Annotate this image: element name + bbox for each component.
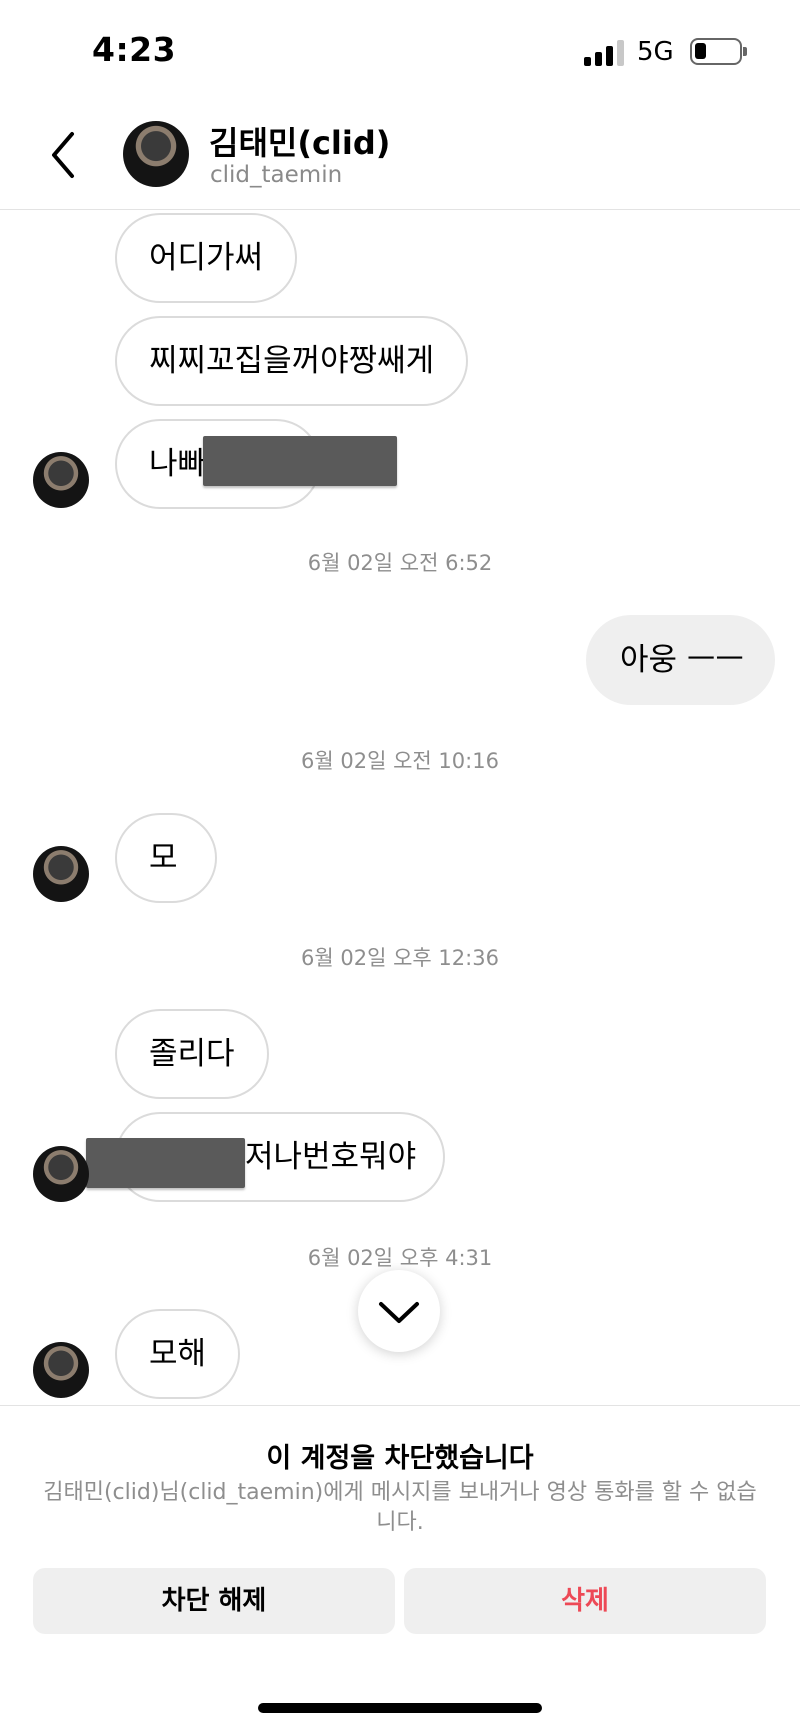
profile-username: clid_taemin xyxy=(210,162,343,188)
message-text: 모 xyxy=(149,840,178,876)
chevron-down-icon xyxy=(379,1302,419,1323)
message-bubble[interactable]: 찌찌꼬집을꺼야짱쌔게 xyxy=(115,316,469,406)
signal-icon xyxy=(584,40,628,66)
sender-avatar[interactable] xyxy=(33,846,89,902)
message-text: 찌찌꼬집을꺼야짱쌔게 xyxy=(149,343,435,379)
message-bubble[interactable]: 어디가써 xyxy=(115,213,298,303)
my-message-bubble[interactable]: 아웅 ㅡㅡ xyxy=(586,615,775,705)
message-text: 아웅 ㅡㅡ xyxy=(620,642,744,678)
message-timestamp: 6월 02일 오후 12:36 xyxy=(301,946,499,970)
message-timestamp: 6월 02일 오전 6:52 xyxy=(307,551,493,575)
status-bar: 4:23 5G xyxy=(0,0,800,100)
message-timestamp: 6월 02일 오전 10:16 xyxy=(301,749,499,773)
delete-button[interactable]: 삭제 xyxy=(404,1568,766,1634)
sender-avatar[interactable] xyxy=(33,1146,89,1202)
message-text: 저나번호뭐야 xyxy=(245,1139,417,1175)
scroll-to-bottom-button[interactable] xyxy=(358,1270,440,1352)
message-list[interactable]: 어디가써 찌찌꼬집을꺼야짱쌔게 나빠 6월 02일 오전 6:52 아웅 ㅡㅡ … xyxy=(0,211,800,1405)
redaction-block xyxy=(203,436,397,486)
message-text: 어디가써 xyxy=(149,240,264,276)
blocked-description: 김태민(clid)님(clid_taemin)에게 메시지를 보내거나 영상 통… xyxy=(43,1480,757,1535)
message-text: 졸리다 xyxy=(149,1036,235,1072)
message-timestamp: 6월 02일 오후 4:31 xyxy=(307,1246,493,1270)
network-type: 5G xyxy=(637,37,674,67)
message-text: 나빠 xyxy=(149,446,207,482)
chat-header: 김태민(clid) clid_taemin xyxy=(0,100,800,210)
message-bubble[interactable]: 모 xyxy=(115,813,217,903)
message-text: 모해 xyxy=(149,1336,207,1372)
sender-avatar[interactable] xyxy=(33,452,89,508)
blocked-title: 이 계정을 차단했습니다 xyxy=(266,1443,534,1474)
back-button[interactable] xyxy=(40,122,90,182)
blocked-panel: 이 계정을 차단했습니다 김태민(clid)님(clid_taemin)에게 메… xyxy=(0,1405,800,1732)
unblock-button[interactable]: 차단 해제 xyxy=(33,1568,395,1634)
redaction-block xyxy=(86,1138,245,1188)
message-bubble[interactable]: 졸리다 xyxy=(115,1009,269,1099)
home-indicator[interactable] xyxy=(258,1703,542,1713)
message-bubble[interactable]: 모해 xyxy=(115,1309,241,1399)
back-arrow-icon xyxy=(52,132,74,178)
status-time: 4:23 xyxy=(92,30,177,69)
profile-name[interactable]: 김태민(clid) xyxy=(209,118,390,164)
battery-icon xyxy=(690,38,747,65)
profile-avatar[interactable] xyxy=(123,121,189,187)
sender-avatar[interactable] xyxy=(33,1342,89,1398)
